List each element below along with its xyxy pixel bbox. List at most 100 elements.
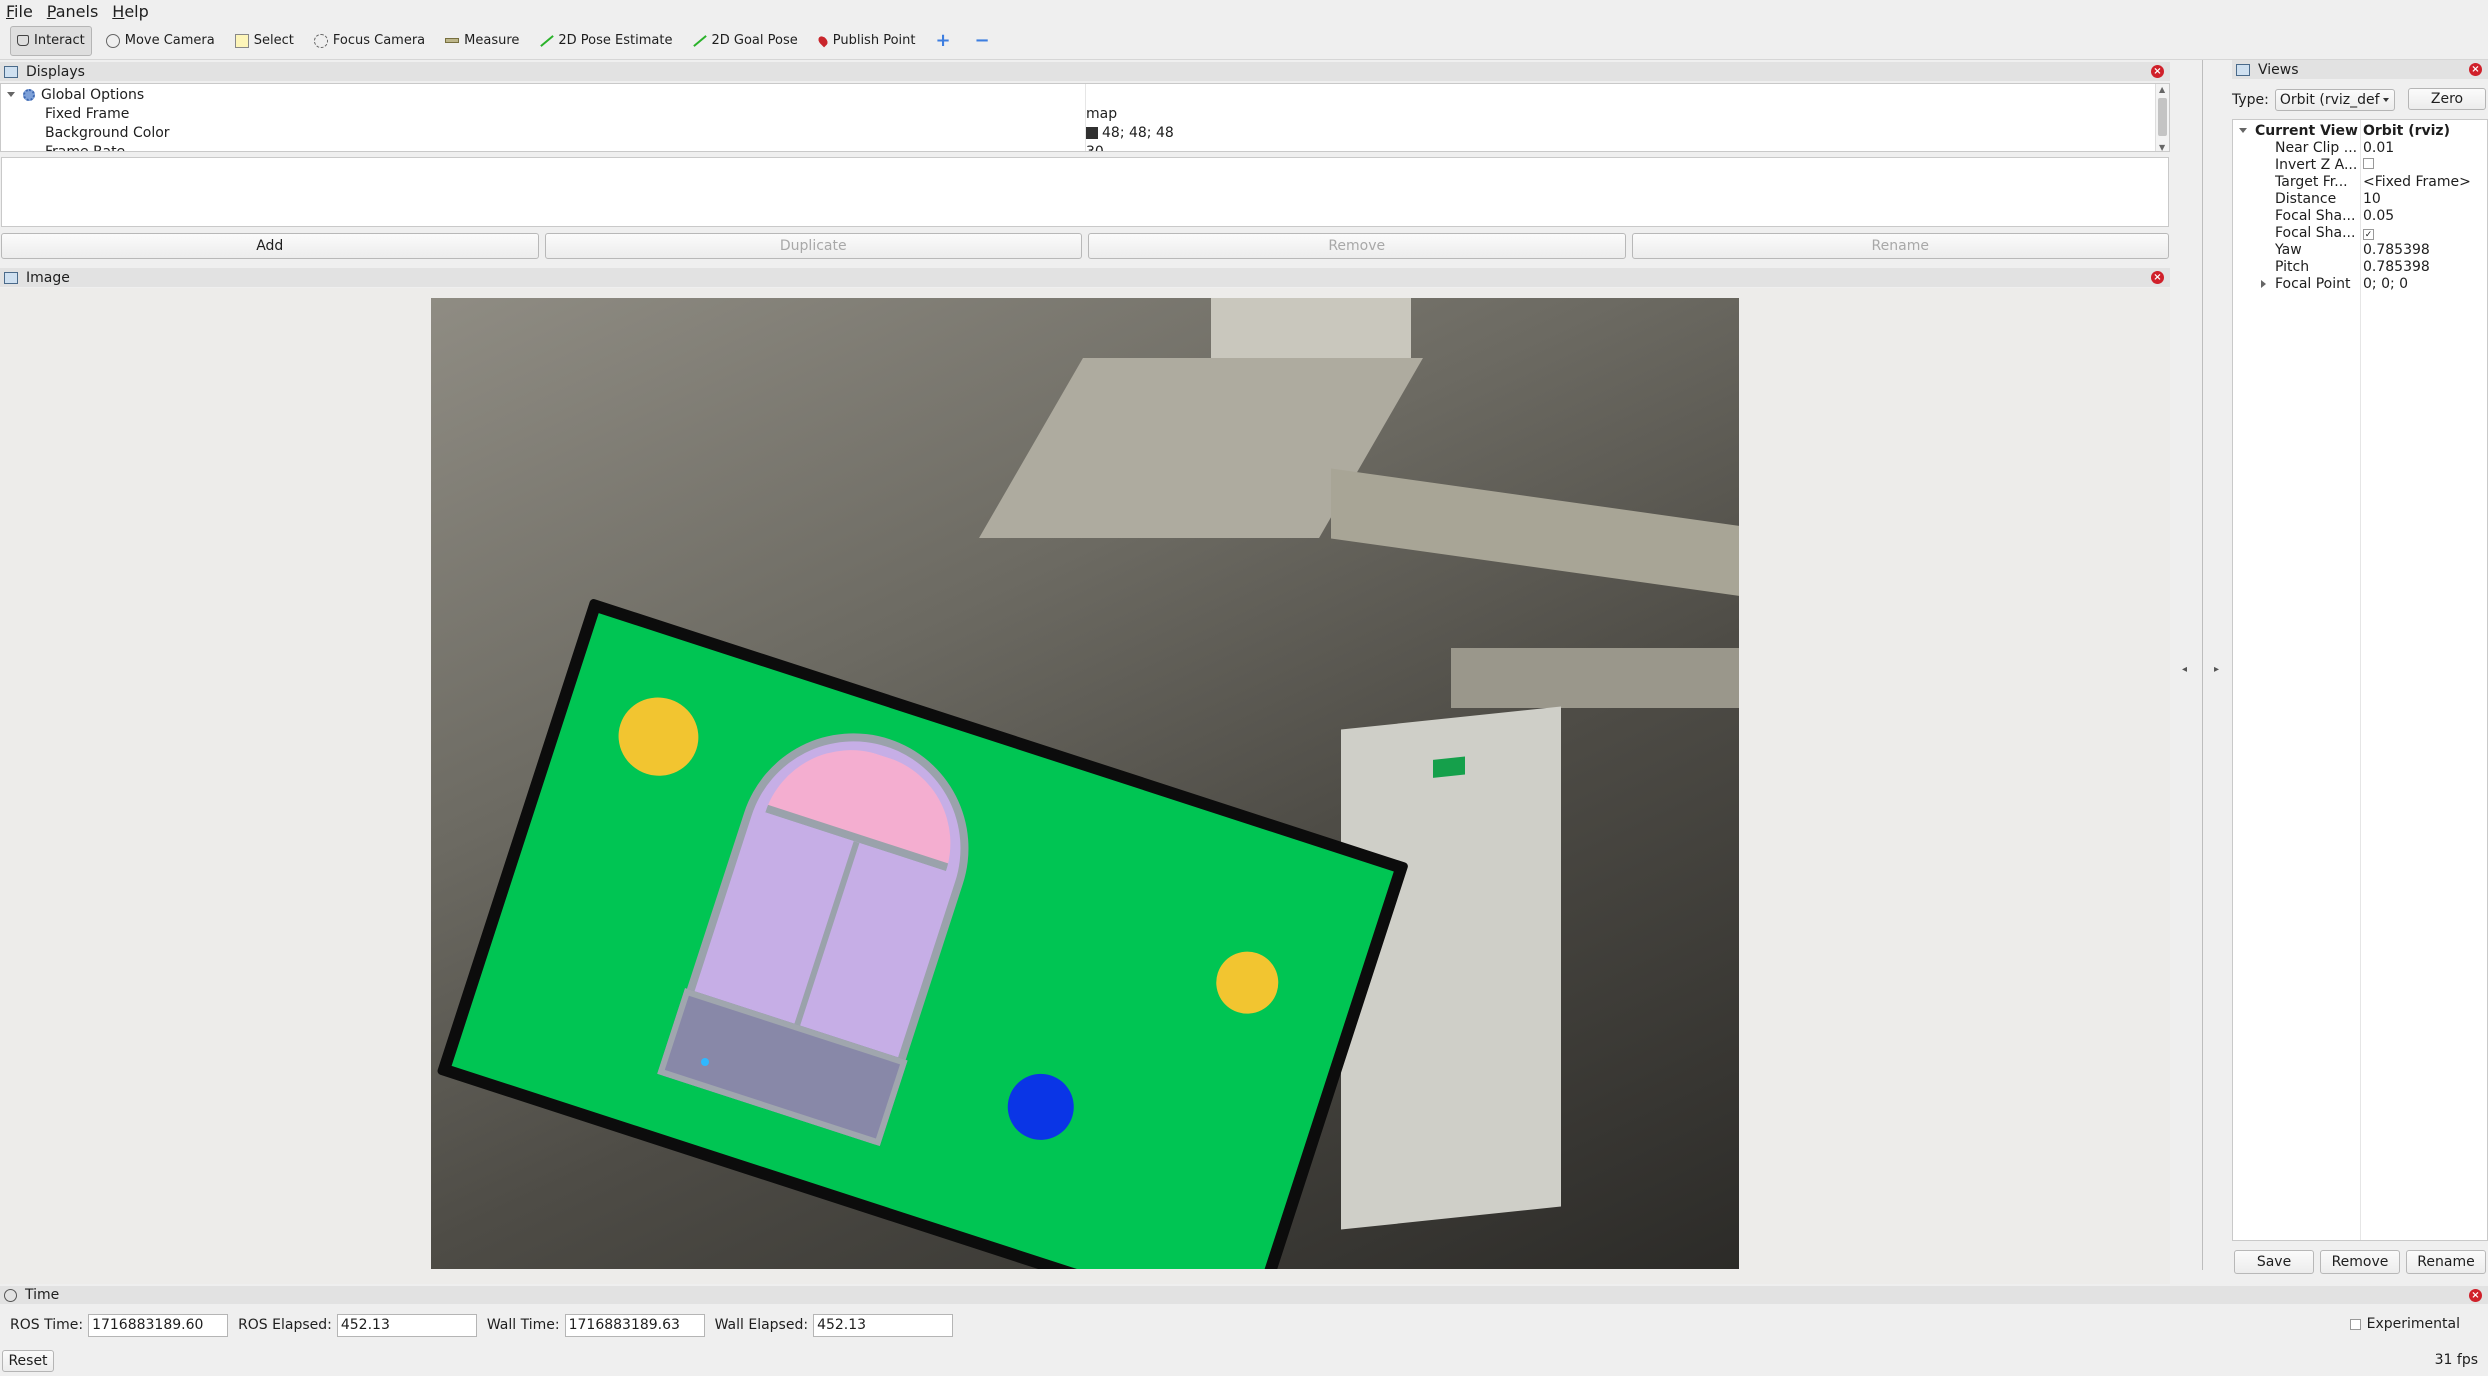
time-title: Time	[25, 1287, 60, 1303]
wall-elapsed-label: Wall Elapsed:	[714, 1317, 809, 1333]
ruler-icon	[445, 38, 460, 43]
prop-focal-shape-size[interactable]: Focal Sha... 0.05	[2233, 207, 2488, 224]
menu-help[interactable]: Help	[112, 2, 148, 21]
move-camera-label: Move Camera	[124, 33, 215, 48]
current-view-value: Orbit (rviz)	[2363, 122, 2450, 139]
remove-button[interactable]: Remove	[1088, 233, 1626, 259]
prop-focal-shape-fixed[interactable]: Focal Sha... ✓	[2233, 224, 2488, 241]
views-tree[interactable]: Current View Orbit (rviz) Near Clip ... …	[2232, 119, 2488, 1241]
tree-row-background-color[interactable]: Background Color	[45, 123, 170, 142]
frame-rate-value[interactable]: 30	[1086, 142, 1104, 152]
zero-button[interactable]: Zero	[2408, 88, 2486, 110]
rename-view-button[interactable]: Rename	[2406, 1250, 2486, 1274]
fixed-frame-label: Fixed Frame	[45, 105, 130, 122]
view-type-select[interactable]: Orbit (rviz_def	[2274, 89, 2395, 111]
scroll-down-icon[interactable]: ▼	[2159, 143, 2165, 151]
expand-arrow-icon[interactable]	[2261, 279, 2266, 288]
scroll-up-icon[interactable]: ▲	[2159, 85, 2165, 94]
prop-invert-z[interactable]: Invert Z A...	[2233, 156, 2488, 173]
publish-point-label: Publish Point	[832, 33, 916, 48]
remove-view-button[interactable]: Remove	[2320, 1250, 2400, 1274]
measure-tool[interactable]: Measure	[439, 26, 525, 56]
prop-target-frame[interactable]: Target Fr... <Fixed Frame>	[2233, 173, 2488, 190]
prop-value[interactable]: 0.785398	[2363, 242, 2430, 258]
interact-label: Interact	[34, 33, 85, 48]
scroll-thumb[interactable]	[2158, 98, 2167, 136]
prop-value[interactable]: 0.05	[2363, 208, 2394, 224]
display-monitor	[436, 598, 1409, 1269]
prop-distance[interactable]: Distance 10	[2233, 190, 2488, 207]
tree-row-global-options[interactable]: Global Options	[1, 85, 144, 104]
splitter[interactable]	[2202, 60, 2203, 1270]
color-swatch	[1086, 126, 1098, 139]
ros-elapsed-field[interactable]: 452.13	[336, 1313, 477, 1337]
interact-tool[interactable]: Interact	[10, 25, 92, 56]
reset-button[interactable]: Reset	[2, 1350, 54, 1372]
publish-point-tool[interactable]: Publish Point	[812, 26, 922, 56]
collapse-left-icon[interactable]: ◂	[2182, 664, 2187, 675]
pose-estimate-tool[interactable]: 2D Pose Estimate	[533, 26, 678, 56]
experimental-toggle[interactable]: Experimental	[2349, 1316, 2460, 1332]
map-pin-icon	[816, 34, 830, 47]
tree-row-frame-rate[interactable]: Frame Rate	[45, 142, 125, 152]
focus-camera-icon	[313, 33, 328, 48]
image-view[interactable]	[0, 288, 2170, 1284]
green-arrow-icon	[539, 34, 553, 48]
prop-label: Target Fr...	[2275, 173, 2348, 190]
save-button[interactable]: Save	[2234, 1250, 2314, 1274]
focal-shape-checkbox[interactable]: ✓	[2363, 228, 2374, 240]
prop-value[interactable]: 10	[2363, 191, 2381, 207]
menu-file[interactable]: File	[6, 2, 33, 21]
prop-value[interactable]: 0.01	[2363, 140, 2394, 156]
prop-label: Focal Sha...	[2275, 224, 2356, 241]
prop-label: Focal Sha...	[2275, 207, 2356, 224]
displays-scrollbar[interactable]: ▲ ▼	[2155, 84, 2169, 151]
clock-icon	[4, 1288, 17, 1302]
frame-rate-label: Frame Rate	[45, 143, 126, 152]
window-illustration	[657, 703, 999, 1147]
fixed-frame-value[interactable]: map	[1086, 104, 1117, 123]
ros-time-field[interactable]: 1716883189.60	[88, 1313, 229, 1337]
prop-yaw[interactable]: Yaw 0.785398	[2233, 241, 2488, 258]
tree-row-fixed-frame[interactable]: Fixed Frame	[45, 104, 129, 123]
select-icon	[234, 33, 249, 48]
add-button[interactable]: Add	[1, 233, 539, 259]
experimental-checkbox[interactable]	[2349, 1318, 2361, 1330]
duplicate-button[interactable]: Duplicate	[544, 233, 1082, 259]
prop-value[interactable]: 0; 0; 0	[2363, 276, 2408, 292]
expand-arrow-icon[interactable]	[2239, 128, 2247, 133]
close-icon[interactable]: ×	[2151, 271, 2164, 284]
goal-pose-tool[interactable]: 2D Goal Pose	[686, 26, 803, 56]
prop-near-clip[interactable]: Near Clip ... 0.01	[2233, 139, 2488, 156]
tool-bar: Interact Move Camera Select Focus Camera…	[0, 22, 2488, 60]
close-icon[interactable]: ×	[2469, 63, 2482, 76]
prop-label: Distance	[2275, 190, 2337, 207]
close-icon[interactable]: ×	[2469, 1289, 2482, 1302]
wall-time-field[interactable]: 1716883189.63	[564, 1313, 705, 1337]
image-title: Image	[26, 269, 70, 286]
prop-label: Invert Z A...	[2275, 156, 2358, 173]
move-camera-tool[interactable]: Move Camera	[100, 26, 221, 56]
current-view-row[interactable]: Current View Orbit (rviz)	[2233, 122, 2488, 139]
prop-value[interactable]: <Fixed Frame>	[2363, 174, 2471, 190]
prop-label: Focal Point	[2275, 275, 2351, 292]
expand-arrow-icon[interactable]	[7, 92, 15, 97]
displays-tree[interactable]: Global Options Fixed Frame map Backgroun…	[0, 83, 2170, 152]
background-color-text: 48; 48; 48	[1102, 124, 1174, 141]
invert-z-checkbox[interactable]	[2363, 157, 2374, 169]
close-icon[interactable]: ×	[2151, 65, 2164, 78]
focus-camera-tool[interactable]: Focus Camera	[308, 26, 431, 56]
prop-pitch[interactable]: Pitch 0.785398	[2233, 258, 2488, 275]
select-tool[interactable]: Select	[229, 26, 300, 56]
wall-elapsed-field[interactable]: 452.13	[813, 1313, 954, 1337]
background-color-value[interactable]: 48; 48; 48	[1086, 123, 1174, 142]
prop-value[interactable]: 0.785398	[2363, 259, 2430, 275]
menu-panels[interactable]: Panels	[47, 2, 99, 21]
add-tool-button[interactable]: +	[929, 26, 960, 56]
remove-tool-button[interactable]: −	[968, 26, 999, 56]
prop-focal-point[interactable]: Focal Point 0; 0; 0	[2233, 275, 2488, 292]
collapse-right-icon[interactable]: ▸	[2214, 664, 2219, 675]
led-light	[701, 1058, 709, 1066]
rename-button[interactable]: Rename	[1631, 233, 2169, 259]
ros-elapsed-label: ROS Elapsed:	[238, 1317, 332, 1333]
